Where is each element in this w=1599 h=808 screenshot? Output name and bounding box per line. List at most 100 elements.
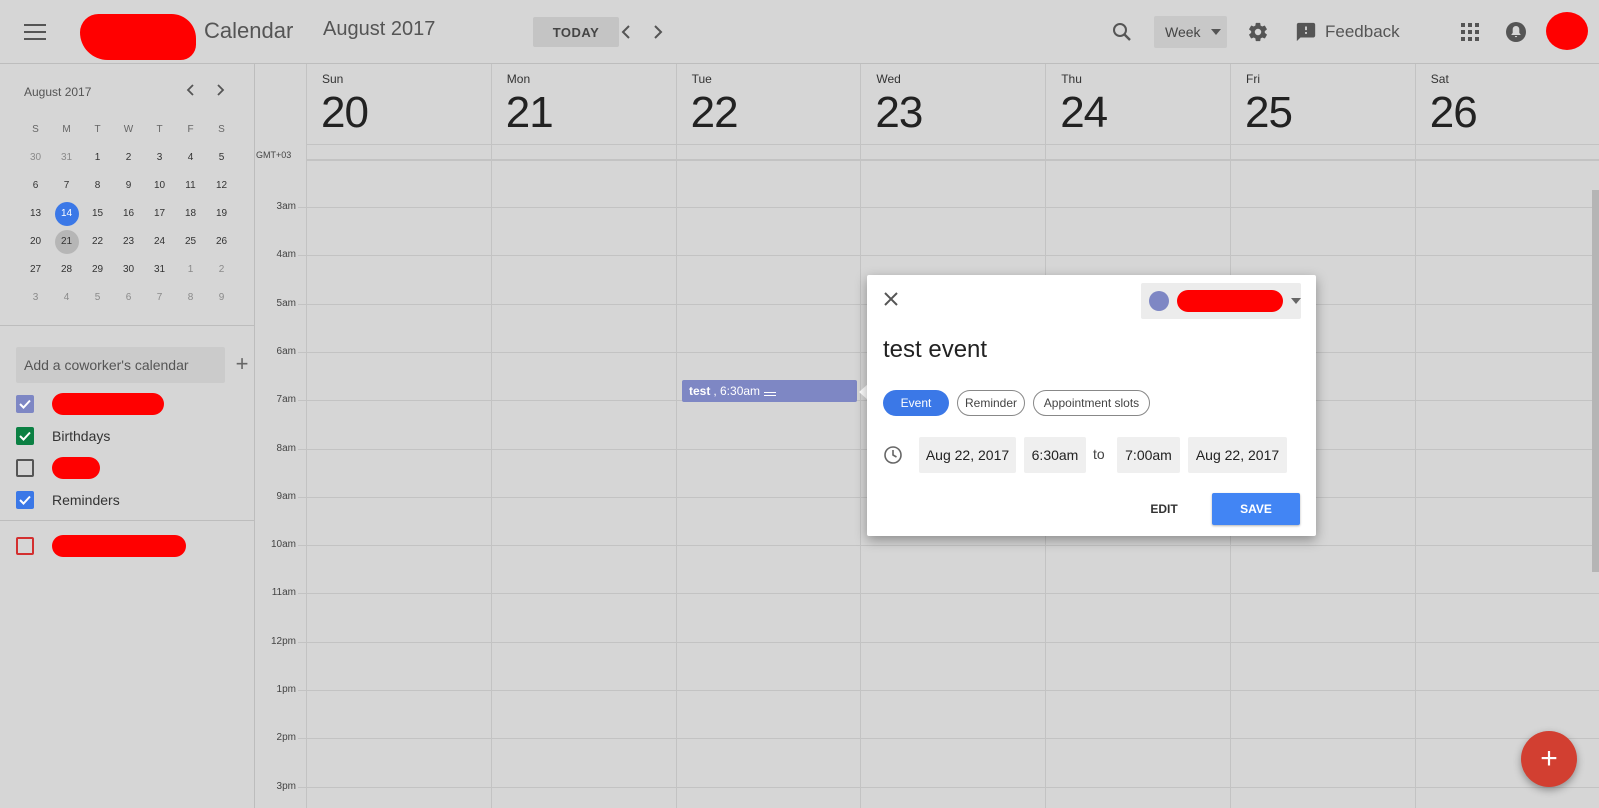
start-date-field[interactable]: Aug 22, 2017: [919, 437, 1016, 473]
mini-calendar-day[interactable]: 14: [51, 202, 82, 226]
mini-calendar-day[interactable]: 2: [113, 146, 144, 170]
mini-calendar-day[interactable]: 3: [20, 286, 51, 310]
mini-calendar-day[interactable]: 5: [82, 286, 113, 310]
save-button[interactable]: SAVE: [1212, 493, 1300, 525]
mini-calendar-week-row: 30 31 1 2 3 4 5: [20, 144, 234, 172]
grid-scrollbar[interactable]: [1592, 190, 1599, 572]
next-week-button[interactable]: [646, 20, 670, 44]
day-header[interactable]: Sun 20: [306, 64, 491, 144]
day-number-label: 21: [505, 88, 554, 137]
mini-calendar-day[interactable]: 30: [20, 146, 51, 170]
mini-calendar-day[interactable]: 20: [20, 230, 51, 254]
mini-calendar-day[interactable]: 29: [82, 258, 113, 282]
edit-button[interactable]: EDIT: [1139, 494, 1189, 524]
add-calendar-button[interactable]: +: [232, 351, 252, 376]
calendar-list-item[interactable]: [16, 534, 246, 558]
mini-calendar-day[interactable]: 30: [113, 258, 144, 282]
mini-calendar-day[interactable]: 4: [51, 286, 82, 310]
calendar-list-item[interactable]: [16, 392, 246, 416]
mini-calendar-day-label: 26: [215, 236, 228, 247]
prev-week-button[interactable]: [614, 20, 638, 44]
mini-calendar-day-label: 27: [29, 264, 42, 275]
mini-calendar-day[interactable]: 21: [51, 230, 82, 254]
mini-calendar-day[interactable]: 8: [82, 174, 113, 198]
create-event-fab[interactable]: +: [1521, 731, 1577, 787]
close-dialog-button[interactable]: [879, 287, 903, 311]
mini-calendar-day[interactable]: 9: [113, 174, 144, 198]
calendar-list-item[interactable]: Reminders: [16, 488, 246, 512]
main-menu-button[interactable]: [20, 20, 50, 44]
mini-calendar-day[interactable]: 5: [206, 146, 237, 170]
checkbox-checked-icon[interactable]: [16, 395, 34, 413]
calendar-list-item[interactable]: Birthdays: [16, 424, 246, 448]
mini-calendar-day[interactable]: 7: [51, 174, 82, 198]
calendar-picker[interactable]: [1141, 283, 1301, 319]
search-button[interactable]: [1108, 18, 1136, 46]
feedback-button[interactable]: Feedback: [1295, 16, 1400, 48]
mini-calendar-next-button[interactable]: [209, 78, 233, 102]
redacted-avatar[interactable]: [1546, 12, 1588, 50]
mini-calendar-day[interactable]: 11: [175, 174, 206, 198]
checkbox-unchecked-icon[interactable]: [16, 537, 34, 555]
mini-calendar-day[interactable]: 25: [175, 230, 206, 254]
checkbox-checked-icon[interactable]: [16, 427, 34, 445]
mini-calendar-day-label: 3: [156, 152, 163, 163]
mini-calendar-day[interactable]: 31: [144, 258, 175, 282]
end-time-field[interactable]: 7:00am: [1117, 437, 1180, 473]
mini-calendar-day[interactable]: 1: [175, 258, 206, 282]
view-select[interactable]: Week: [1154, 16, 1227, 48]
mini-calendar-day[interactable]: 4: [175, 146, 206, 170]
mini-calendar-day[interactable]: 2: [206, 258, 237, 282]
mini-calendar-day[interactable]: 31: [51, 146, 82, 170]
mini-calendar-day[interactable]: 8: [175, 286, 206, 310]
mini-calendar-day-label: 30: [122, 264, 135, 275]
mini-calendar-day[interactable]: 13: [20, 202, 51, 226]
day-header[interactable]: Wed 23: [860, 64, 1045, 144]
mini-calendar-day[interactable]: 24: [144, 230, 175, 254]
event-title-input[interactable]: [883, 332, 1293, 368]
mini-calendar-day[interactable]: 15: [82, 202, 113, 226]
mini-calendar-day[interactable]: 17: [144, 202, 175, 226]
mini-calendar-day[interactable]: 28: [51, 258, 82, 282]
mini-calendar-day[interactable]: 6: [113, 286, 144, 310]
checkbox-checked-icon[interactable]: [16, 491, 34, 509]
mini-calendar-day[interactable]: 22: [82, 230, 113, 254]
day-of-week-label: Fri: [1246, 72, 1260, 86]
mini-calendar-day[interactable]: 16: [113, 202, 144, 226]
mini-calendar-day-label: 31: [153, 264, 166, 275]
mini-calendar-day[interactable]: 18: [175, 202, 206, 226]
mini-calendar-day[interactable]: 3: [144, 146, 175, 170]
redacted-calendar-name: [52, 393, 164, 415]
mini-calendar-day[interactable]: 19: [206, 202, 237, 226]
start-time-field[interactable]: 6:30am: [1024, 437, 1086, 473]
end-date-field[interactable]: Aug 22, 2017: [1188, 437, 1287, 473]
event-chip[interactable]: test , 6:30am: [682, 380, 857, 402]
add-coworker-calendar-input[interactable]: [16, 347, 225, 383]
mini-calendar-day[interactable]: 26: [206, 230, 237, 254]
apps-button[interactable]: [1456, 18, 1484, 46]
day-header[interactable]: Mon 21: [491, 64, 676, 144]
day-header[interactable]: Fri 25: [1230, 64, 1415, 144]
mini-calendar-day[interactable]: 23: [113, 230, 144, 254]
type-appointment-slots-chip[interactable]: Appointment slots: [1033, 390, 1150, 416]
day-of-week-label: Sun: [322, 72, 344, 86]
day-header[interactable]: Thu 24: [1045, 64, 1230, 144]
mini-calendar-day[interactable]: 9: [206, 286, 237, 310]
mini-calendar-day[interactable]: 6: [20, 174, 51, 198]
type-event-chip[interactable]: Event: [883, 390, 949, 416]
calendar-list-item[interactable]: [16, 456, 246, 480]
notifications-button[interactable]: [1502, 18, 1530, 46]
mini-calendar-day[interactable]: 12: [206, 174, 237, 198]
mini-calendar-day[interactable]: 7: [144, 286, 175, 310]
mini-calendar-day[interactable]: 1: [82, 146, 113, 170]
settings-button[interactable]: [1244, 18, 1272, 46]
checkbox-unchecked-icon[interactable]: [16, 459, 34, 477]
day-header[interactable]: Tue 22: [676, 64, 861, 144]
mini-calendar-day[interactable]: 10: [144, 174, 175, 198]
mini-calendar-day[interactable]: 27: [20, 258, 51, 282]
today-button[interactable]: TODAY: [533, 17, 619, 47]
day-header[interactable]: Sat 26: [1415, 64, 1599, 144]
type-reminder-chip[interactable]: Reminder: [957, 390, 1025, 416]
resize-handle-icon[interactable]: [764, 392, 776, 396]
mini-calendar-prev-button[interactable]: [178, 78, 202, 102]
